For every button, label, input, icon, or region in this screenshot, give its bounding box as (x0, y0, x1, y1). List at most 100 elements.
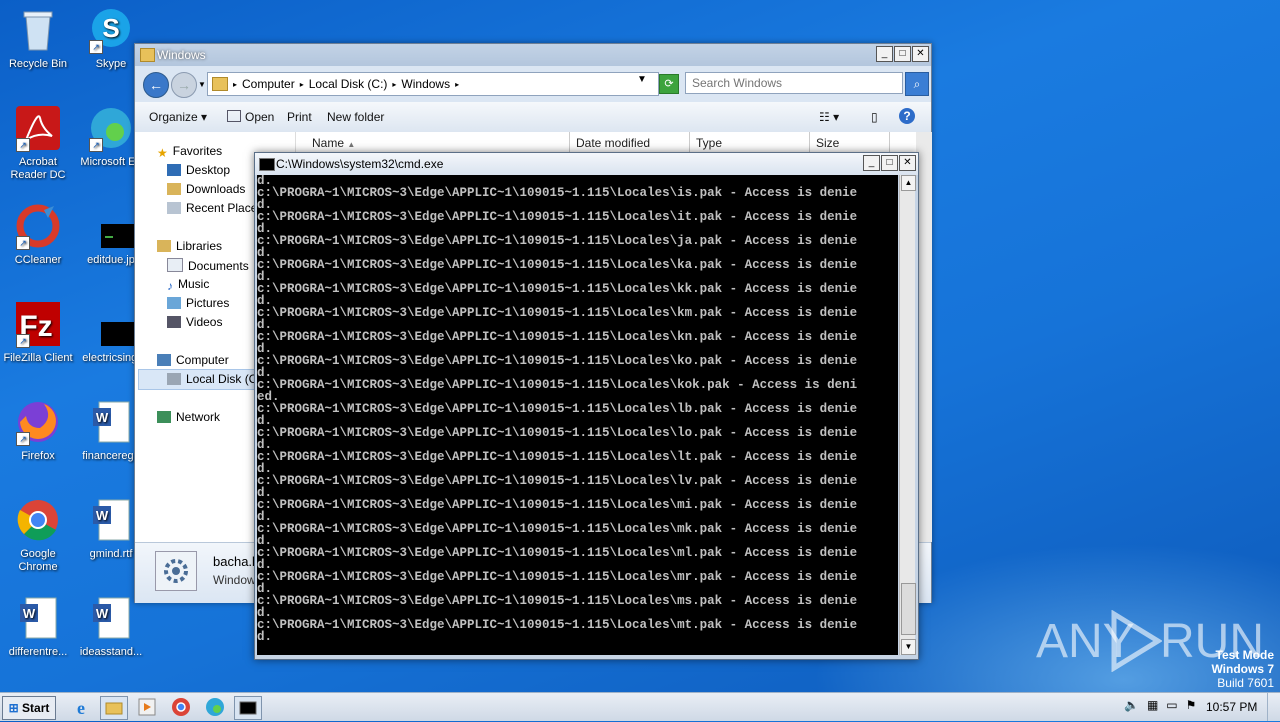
console-line: c:\PROGRA~1\MICROS~3\Edge\APPLIC~1\10901… (257, 474, 858, 488)
console-line: c:\PROGRA~1\MICROS~3\Edge\APPLIC~1\10901… (257, 498, 858, 512)
desktop-icon-label: FileZilla Client (3, 352, 73, 364)
column-header-size[interactable]: Size (810, 132, 890, 154)
address-dropdown-icon[interactable]: ▼ (637, 74, 647, 85)
desktop-icon-ccleaner[interactable]: ↗ CCleaner (0, 202, 76, 267)
nav-desktop[interactable]: Desktop (167, 163, 230, 177)
back-button[interactable]: ← (143, 72, 169, 98)
refresh-button[interactable]: ⟳ (659, 74, 679, 94)
clock[interactable]: 10:57 PM (1206, 700, 1257, 714)
scroll-up-icon[interactable]: ▲ (901, 175, 916, 191)
taskbar-explorer-icon[interactable] (100, 696, 128, 720)
open-button[interactable]: Open (227, 110, 274, 124)
forward-button[interactable]: → (171, 72, 197, 98)
minimize-button[interactable]: _ (876, 46, 893, 62)
action-center-flag-icon[interactable]: ⚑ (1186, 698, 1197, 712)
view-options-icon[interactable]: ☷ ▾ (819, 110, 839, 124)
svg-text:e: e (77, 698, 85, 718)
volume-icon[interactable]: 🔈 (1124, 698, 1139, 712)
maximize-button[interactable]: □ (881, 155, 898, 171)
test-mode-notice: Test Mode Windows 7 Build 7601 (1211, 648, 1274, 690)
address-field[interactable]: ▸ Computer ▸ Local Disk (C:) ▸ Windows ▸ (207, 72, 659, 96)
console-line: c:\PROGRA~1\MICROS~3\Edge\APPLIC~1\10901… (257, 594, 858, 608)
desktop-icon-acrobat[interactable]: ↗ Acrobat Reader DC (0, 104, 76, 182)
search-icon[interactable]: ⌕ (905, 72, 929, 96)
scroll-down-icon[interactable]: ▼ (901, 639, 916, 655)
taskbar-chrome-icon[interactable] (168, 696, 194, 718)
shortcut-arrow-icon: ↗ (16, 334, 30, 348)
column-header-name[interactable]: Name ▲ (306, 132, 570, 154)
anyrun-watermark: ANY RUN (1036, 608, 1264, 678)
minimize-button[interactable]: _ (863, 155, 880, 171)
search-input[interactable] (685, 72, 903, 94)
nav-videos[interactable]: Videos (167, 315, 222, 329)
desktop-icon-ideasstand[interactable]: W ideasstand... (73, 594, 149, 659)
nav-label: Music (178, 277, 210, 291)
show-desktop-button[interactable] (1267, 693, 1280, 721)
organize-label: Organize (149, 110, 198, 124)
console-output[interactable]: d. c:\PROGRA~1\MICROS~3\Edge\APPLIC~1\109… (257, 175, 898, 655)
preview-pane-icon[interactable]: ▯ (871, 110, 878, 124)
column-header-date-modified[interactable]: Date modified (570, 132, 690, 154)
desktop-icon-label: Firefox (21, 450, 55, 462)
nav-pictures[interactable]: Pictures (167, 296, 229, 310)
desktop-icon-firefox[interactable]: ↗ Firefox (0, 398, 76, 463)
cmd-window[interactable]: C:\Windows\system32\cmd.exe _ □ ✕ d. c:\P… (254, 152, 919, 660)
organize-button[interactable]: Organize ▾ (149, 110, 207, 124)
column-header-type[interactable]: Type (690, 132, 810, 154)
console-scrollbar[interactable]: ▲ ▼ (899, 175, 916, 655)
window-title: Windows (157, 48, 206, 62)
desktop-icon-differentre[interactable]: W differentre... (0, 594, 76, 659)
chevron-right-icon: ▸ (233, 79, 238, 89)
taskbar-media-player-icon[interactable] (134, 696, 160, 718)
close-button[interactable]: ✕ (899, 155, 916, 171)
close-button[interactable]: ✕ (912, 46, 929, 62)
taskbar-ie-icon[interactable]: e (68, 696, 94, 718)
computer-icon (157, 354, 171, 366)
desktop-icon-recycle-bin[interactable]: Recycle Bin (0, 6, 76, 71)
taskbar-edge-icon[interactable] (202, 696, 228, 718)
address-bar-row: ← → ▼ ▸ Computer ▸ Local Disk (C:) ▸ Win… (135, 66, 931, 102)
explorer-titlebar[interactable]: Windows _ □ ✕ (135, 44, 931, 66)
scroll-thumb[interactable] (901, 583, 916, 635)
nav-favorites[interactable]: ★ Favorites (157, 144, 222, 160)
window-controls: _ □ ✕ (876, 46, 929, 62)
breadcrumb-windows[interactable]: Windows (401, 77, 450, 91)
console-line: c:\PROGRA~1\MICROS~3\Edge\APPLIC~1\10901… (257, 450, 858, 464)
desktop-icon-chrome[interactable]: Google Chrome (0, 496, 76, 574)
breadcrumb-local-disk[interactable]: Local Disk (C:) (309, 77, 388, 91)
details-file-name: bacha.l (213, 554, 255, 569)
desktop-icon-filezilla[interactable]: Fz ↗ FileZilla Client (0, 300, 76, 365)
console-line: c:\PROGRA~1\MICROS~3\Edge\APPLIC~1\10901… (257, 522, 858, 536)
print-button[interactable]: Print (287, 110, 312, 124)
taskbar-cmd-icon[interactable] (234, 696, 262, 720)
edge-icon: ↗ (87, 104, 135, 152)
nav-label: Computer (176, 353, 229, 367)
settings-file-icon (155, 551, 197, 591)
chevron-right-icon: ▸ (299, 79, 304, 89)
console-line: c:\PROGRA~1\MICROS~3\Edge\APPLIC~1\10901… (257, 618, 858, 632)
nav-recent-places[interactable]: Recent Places (167, 201, 263, 215)
window-controls: _ □ ✕ (863, 155, 916, 171)
nav-local-disk[interactable]: Local Disk (C: (167, 372, 261, 386)
power-icon[interactable]: ▭ (1166, 698, 1177, 712)
cmd-titlebar[interactable]: C:\Windows\system32\cmd.exe _ □ ✕ (255, 153, 918, 175)
maximize-button[interactable]: □ (894, 46, 911, 62)
history-dropdown-icon[interactable]: ▼ (198, 80, 206, 89)
start-button[interactable]: ⊞ Start (2, 696, 56, 720)
nav-network[interactable]: Network (157, 410, 220, 424)
breadcrumb-computer[interactable]: Computer (242, 77, 295, 91)
windows-logo-icon: ⊞ (8, 701, 19, 715)
new-folder-button[interactable]: New folder (327, 110, 384, 124)
nav-libraries[interactable]: Libraries (157, 239, 222, 253)
network-icon (157, 411, 171, 423)
nav-music[interactable]: ♪ Music (167, 277, 210, 293)
desktop-icon-label: Recycle Bin (8, 58, 68, 70)
drive-icon (167, 373, 181, 385)
nav-downloads[interactable]: Downloads (167, 182, 245, 196)
nav-documents[interactable]: Documents (167, 258, 249, 273)
network-tray-icon[interactable]: ▦ (1147, 698, 1158, 712)
details-file-type: Window (213, 573, 256, 587)
help-icon[interactable]: ? (899, 108, 915, 124)
nav-computer[interactable]: Computer (157, 353, 229, 367)
skype-icon: S ↗ (87, 6, 135, 54)
